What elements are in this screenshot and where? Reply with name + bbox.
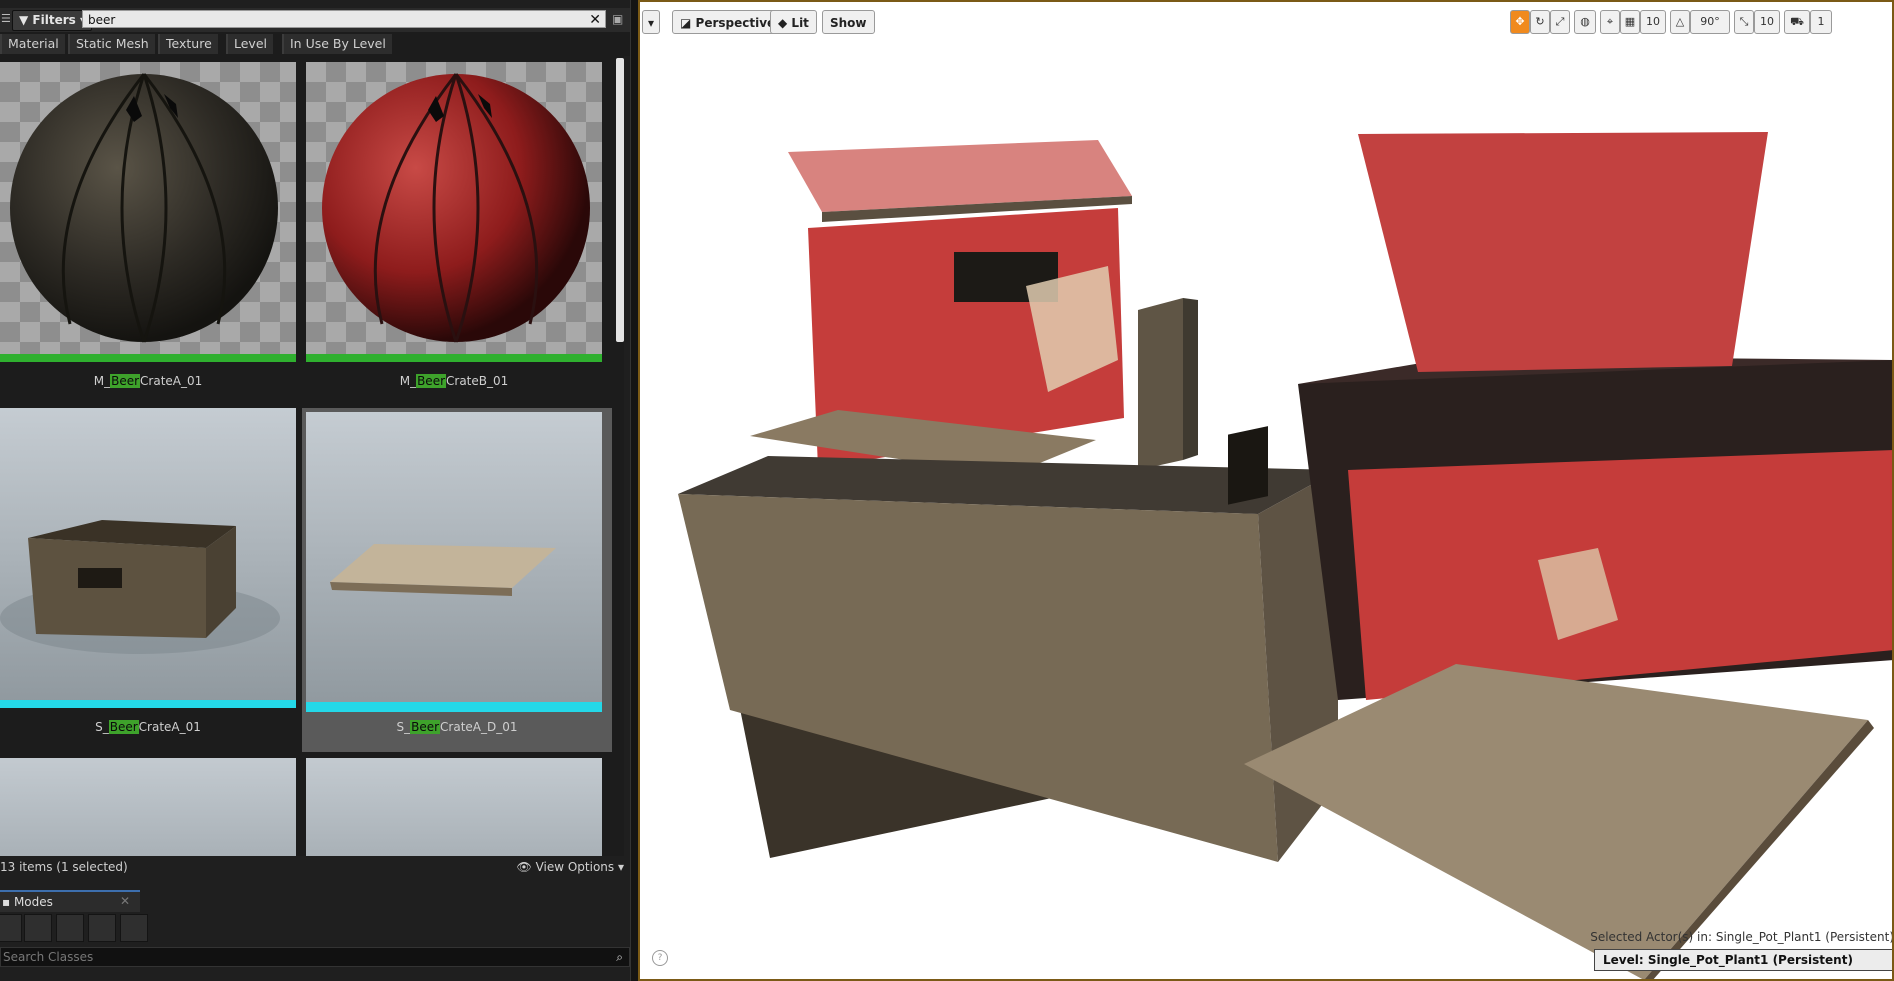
modes-toolbar <box>0 912 160 944</box>
content-browser-search-bar: ☰ ▼ Filters ▾ beer ✕ ▣ <box>0 8 630 33</box>
filters-button[interactable]: ▼ Filters ▾ <box>12 10 92 31</box>
asset-thumbnail <box>0 408 296 708</box>
asset-tile-s-beercratea-01[interactable] <box>0 408 296 708</box>
filter-tabs: Material Static Mesh Texture Level In Us… <box>0 32 630 56</box>
filter-icon: ▼ <box>19 13 29 27</box>
eye-icon: 👁 <box>516 860 532 874</box>
filter-tab-in-use-by-level[interactable]: In Use By Level <box>282 34 392 54</box>
filter-tab-texture[interactable]: Texture <box>158 34 218 54</box>
filters-label: Filters <box>32 13 76 27</box>
level-viewport[interactable]: ▾ ◪ Perspective ◆ Lit Show ✥ ↻ ⤢ ◍ ⌖ ▦ 1… <box>638 0 1894 981</box>
asset-thumbnail <box>0 62 296 362</box>
asset-tile-s-beercratea-d-01[interactable]: S_BeerCrateA_D_01 <box>302 408 612 752</box>
view-options-button[interactable]: 👁 View Options ▾ <box>517 860 625 874</box>
landscape-icon[interactable] <box>56 914 84 942</box>
asset-tile-partial[interactable] <box>0 758 296 856</box>
place-icon[interactable] <box>0 914 22 942</box>
search-icon: ⌕ <box>616 950 623 964</box>
content-browser-status-bar: 13 items (1 selected) 👁 View Options ▾ <box>0 856 630 878</box>
asset-grid-scrollbar[interactable] <box>616 58 624 342</box>
close-tab-icon[interactable]: ✕ <box>120 894 130 908</box>
paint-icon[interactable] <box>24 914 52 942</box>
modes-title: ▪ Modes <box>2 895 53 909</box>
filter-tab-material[interactable]: Material <box>0 34 65 54</box>
content-browser-panel: ☰ ▼ Filters ▾ beer ✕ ▣ Material Static M… <box>0 0 638 981</box>
asset-thumbnail <box>306 758 602 856</box>
asset-tile-partial[interactable] <box>306 758 602 856</box>
asset-grid: M_BeerCrateA_01 M_BeerCrateB_01 S_BeerCr… <box>0 56 624 856</box>
filter-tab-level[interactable]: Level <box>226 34 273 54</box>
save-search-icon[interactable]: ▣ <box>612 12 624 26</box>
asset-type-bar <box>306 702 602 712</box>
foliage-icon[interactable] <box>88 914 116 942</box>
asset-label: S_BeerCrateA_D_01 <box>396 720 518 734</box>
asset-label: S_BeerCrateA_01 <box>95 720 201 734</box>
asset-tile-m-beercratea-01[interactable] <box>0 62 296 362</box>
asset-thumbnail <box>306 62 602 362</box>
search-classes-input[interactable]: Search Classes ⌕ <box>0 947 630 967</box>
geometry-icon[interactable] <box>120 914 148 942</box>
asset-label: M_BeerCrateB_01 <box>399 374 509 388</box>
modes-tab[interactable]: ▪ Modes ✕ <box>0 890 140 914</box>
search-value: beer <box>88 13 116 27</box>
asset-tile-m-beercrateb-01[interactable] <box>306 62 602 362</box>
asset-type-bar <box>0 700 296 708</box>
asset-label: M_BeerCrateA_01 <box>93 374 203 388</box>
viewport-border <box>638 0 1894 981</box>
filter-tab-static-mesh[interactable]: Static Mesh <box>68 34 155 54</box>
search-input[interactable]: beer ✕ <box>82 10 606 28</box>
asset-thumbnail <box>0 758 296 856</box>
asset-type-bar <box>306 354 602 362</box>
clear-search-icon[interactable]: ✕ <box>589 11 601 29</box>
item-count: 13 items (1 selected) <box>0 860 128 874</box>
asset-type-bar <box>0 354 296 362</box>
menu-icon[interactable]: ☰ <box>1 13 11 25</box>
asset-thumbnail <box>306 412 602 712</box>
